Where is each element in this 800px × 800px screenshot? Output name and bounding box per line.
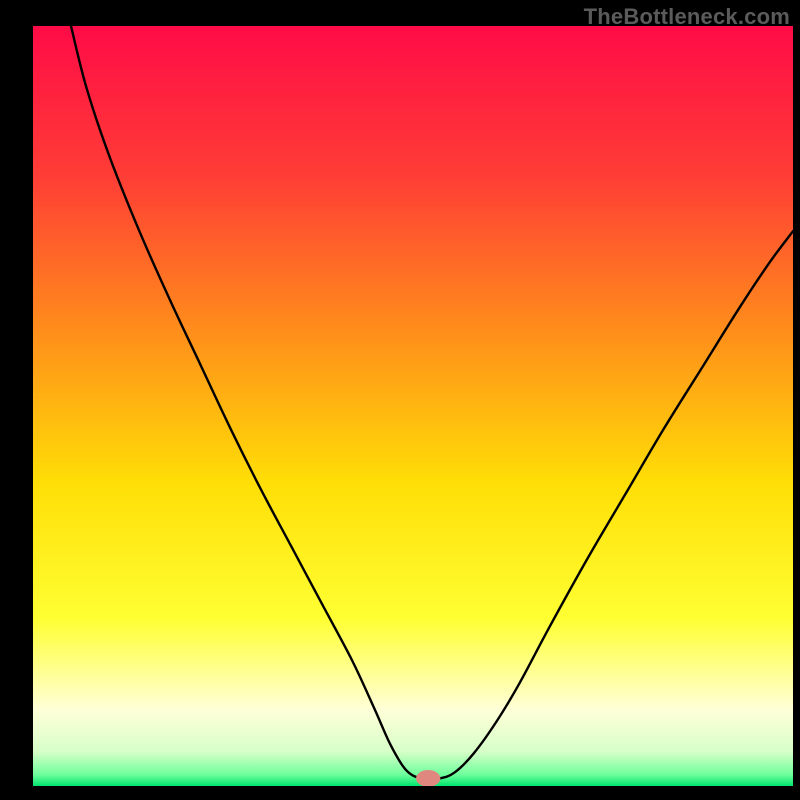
minimum-marker — [416, 770, 440, 786]
watermark-text: TheBottleneck.com — [584, 4, 790, 30]
chart-svg — [33, 26, 793, 786]
plot-area — [33, 26, 793, 786]
chart-container: TheBottleneck.com — [0, 0, 800, 800]
